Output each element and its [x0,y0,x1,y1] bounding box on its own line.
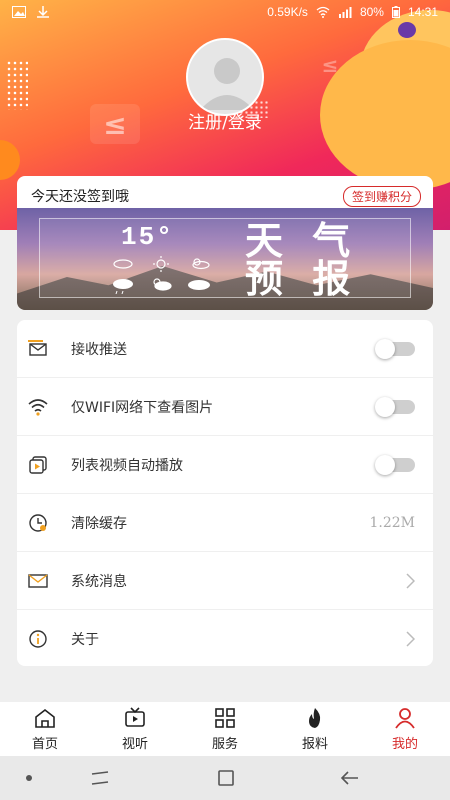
setting-label: 清除缓存 [71,516,127,532]
setting-clear-cache[interactable]: 清除缓存 1.22M [17,494,433,552]
wifi-images-toggle[interactable] [375,397,415,417]
network-speed: 0.59K/s [267,5,308,19]
nav-label: 报料 [301,736,328,752]
home-button-icon[interactable] [216,768,236,788]
setting-label: 系统消息 [71,574,127,590]
avatar[interactable] [186,38,264,116]
back-icon[interactable] [340,768,360,788]
autoplay-toggle[interactable] [375,455,415,475]
download-notification-icon [37,6,49,18]
battery-level: 80% [359,5,384,19]
settings-list: 接收推送 仅WIFI网络下查看图片 列表视频自动播放 清除缓存 1.22M 系统… [17,320,433,666]
nav-label: 服务 [211,736,238,752]
decor-blob [0,140,20,180]
battery-icon [391,6,400,18]
nav-label: 视听 [121,736,148,752]
status-bar: 0.59K/s 80% 14:31 [0,0,450,24]
chevron-right-icon [406,573,415,589]
setting-receive-push[interactable]: 接收推送 [17,320,433,378]
nav-label: 首页 [31,736,58,752]
checkin-prompt: 今天还没签到哦 [31,189,129,205]
signal-icon [338,7,352,18]
mail-icon [27,570,49,592]
fire-icon [309,707,321,728]
nav-media[interactable]: 视听 [90,702,180,756]
setting-autoplay-video[interactable]: 列表视频自动播放 [17,436,433,494]
video-list-icon [27,454,49,476]
system-navigation-bar [0,756,450,800]
weather-temperature: 15° [121,222,174,252]
cloud-icon [113,259,133,269]
weather-title: 天 气 预 报 [245,218,359,301]
wifi-icon [27,396,49,418]
push-toggle[interactable] [375,339,415,359]
weather-banner[interactable]: 15° 天 气 预 报 [17,208,433,310]
nav-report[interactable]: 报料 [270,702,360,756]
decor-blob [398,22,416,38]
login-register-link[interactable]: 注册/登录 [0,108,450,133]
decor-dots [6,60,28,110]
bottom-navigation: 首页 视听 服务 报料 我的 [0,702,450,756]
grid-icon [215,707,235,728]
chevron-right-icon [406,631,415,647]
nav-services[interactable]: 服务 [180,702,270,756]
info-icon [27,628,49,650]
setting-label: 接收推送 [71,342,127,358]
clock: 14:31 [407,5,438,19]
sun-icon [153,256,169,272]
clock-clear-icon [27,512,49,534]
recent-apps-icon[interactable] [90,770,110,786]
nav-label: 我的 [391,736,418,752]
overcast-icon [188,280,210,290]
setting-wifi-images[interactable]: 仅WIFI网络下查看图片 [17,378,433,436]
person-icon [395,707,415,729]
nav-mine[interactable]: 我的 [360,702,450,756]
checkin-card: 今天还没签到哦 签到赚积分 15° 天 气 预 报 [17,176,433,310]
envelope-plane-icon [27,338,49,360]
setting-label: 仅WIFI网络下查看图片 [71,400,214,416]
setting-label: 列表视频自动播放 [71,458,183,474]
tv-icon [125,706,145,727]
rain-cloud-icon [113,279,133,294]
setting-about[interactable]: 关于 [17,610,433,666]
weather-icons [113,256,210,294]
checkin-button[interactable]: 签到赚积分 [342,186,421,207]
gallery-notification-icon [12,6,26,18]
nav-home[interactable]: 首页 [0,702,90,756]
sun-cloud-icon [153,278,172,291]
setting-label: 关于 [71,632,99,648]
cache-size-value: 1.22M [369,515,415,531]
setting-system-messages[interactable]: 系统消息 [17,552,433,610]
brand-watermark-logo: ≤ [321,53,339,77]
partly-cloudy-icon [192,258,210,270]
home-icon [35,708,55,728]
wifi-status-icon [316,6,330,18]
nav-dot-icon[interactable] [26,775,32,781]
